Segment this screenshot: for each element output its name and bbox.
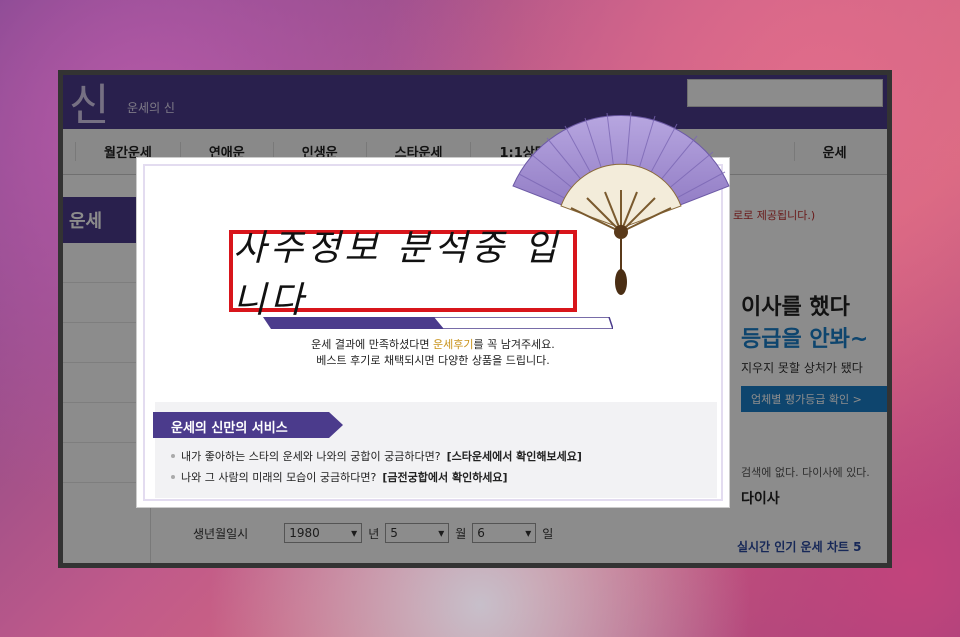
review-link[interactable]: 운세후기	[433, 338, 473, 351]
review-message-line1: 운세 결과에 만족하셨다면 운세후기를 꼭 남겨주세요.	[145, 336, 721, 352]
service-item: 내가 좋아하는 스타의 운세와 나와의 궁합이 궁금하다면? [스타운세에서 확…	[171, 448, 582, 464]
service-title-wrap: 운세의 신만의 서비스	[153, 412, 343, 438]
review-message-after: 를 꼭 남겨주세요.	[473, 338, 555, 351]
analysis-modal: 사주정보 분석중 입니다 운세 결과에 만족하셨다면 운세후기를 꼭 남겨주세요…	[136, 111, 730, 508]
money-compat-link[interactable]: [금전궁합에서 확인하세요]	[382, 469, 507, 485]
star-fortune-link[interactable]: [스타운세에서 확인해보세요]	[447, 448, 582, 464]
review-message-line2: 베스트 후기로 채택되시면 다양한 상품을 드립니다.	[316, 354, 550, 367]
modal-content: 사주정보 분석중 입니다 운세 결과에 만족하셨다면 운세후기를 꼭 남겨주세요…	[143, 111, 730, 501]
service-item-text: 나와 그 사람의 미래의 모습이 궁금하다면?	[181, 471, 377, 484]
bullet-icon	[171, 475, 175, 479]
bullet-icon	[171, 454, 175, 458]
service-list: 내가 좋아하는 스타의 운세와 나와의 궁합이 궁금하다면? [스타운세에서 확…	[171, 448, 582, 490]
decorative-stripe	[263, 317, 613, 329]
service-item-text: 내가 좋아하는 스타의 운세와 나와의 궁합이 궁금하다면?	[181, 450, 441, 463]
service-title: 운세의 신만의 서비스	[171, 421, 288, 436]
service-panel: 운세의 신만의 서비스 내가 좋아하는 스타의 운세와 나와의 궁합이 궁금하다…	[153, 402, 717, 498]
service-item: 나와 그 사람의 미래의 모습이 궁금하다면? [금전궁합에서 확인하세요]	[171, 469, 582, 485]
analysis-headline: 사주정보 분석중 입니다	[229, 228, 577, 321]
review-message-before: 운세 결과에 만족하셨다면	[311, 338, 433, 351]
